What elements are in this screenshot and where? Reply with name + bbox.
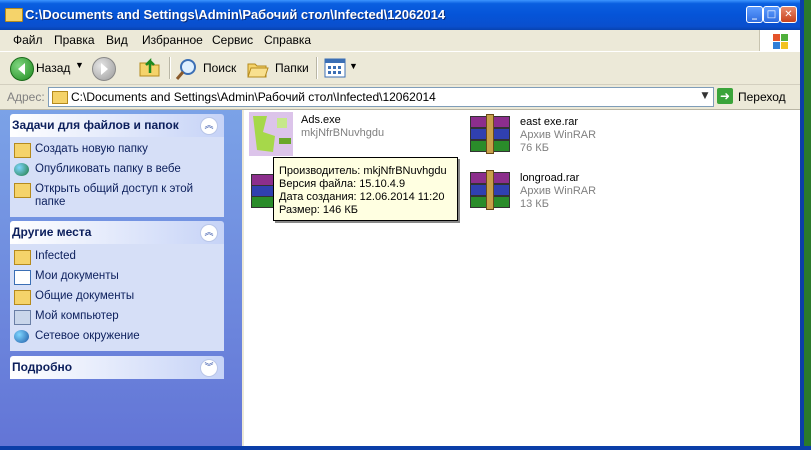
address-dropdown-icon[interactable]: ▼: [698, 89, 712, 103]
menu-favorites[interactable]: Избранное: [142, 33, 203, 47]
go-label: Переход: [738, 90, 786, 104]
collapse-icon[interactable]: ︽: [200, 117, 218, 135]
windows-logo-icon: [759, 30, 800, 51]
search-icon: [175, 59, 196, 80]
file-tasks-title: Задачи для файлов и папок: [12, 118, 179, 132]
back-arrow-icon: [10, 57, 34, 81]
menu-help[interactable]: Справка: [264, 33, 311, 47]
file-item[interactable]: longroad.rar Архив WinRAR 13 КБ: [468, 170, 628, 214]
my-documents-icon: [14, 270, 31, 285]
file-name: east exe.rar: [520, 116, 579, 128]
go-arrow-icon: ➜: [717, 88, 733, 104]
folder-icon: [52, 91, 68, 104]
file-tasks-header[interactable]: Задачи для файлов и папок ︽: [10, 114, 224, 137]
tooltip-version: Версия файла: 15.10.4.9: [279, 178, 406, 190]
globe-icon: [14, 163, 29, 176]
menu-edit[interactable]: Правка: [54, 33, 95, 47]
explorer-window: C:\Documents and Settings\Admin\Рабочий …: [0, 0, 800, 446]
collapse-icon[interactable]: ︽: [200, 224, 218, 242]
file-item[interactable]: east exe.rar Архив WinRAR 76 КБ: [468, 114, 628, 158]
back-button[interactable]: Назад ▼: [8, 55, 86, 81]
up-folder-button[interactable]: [138, 55, 164, 81]
address-field[interactable]: C:\Documents and Settings\Admin\Рабочий …: [48, 87, 714, 107]
other-places-body: Infected Мои документы Общие документы М…: [10, 244, 224, 351]
close-button[interactable]: ✕: [780, 6, 797, 23]
menu-tools[interactable]: Сервис: [212, 33, 253, 47]
folders-label: Папки: [275, 61, 309, 75]
maximize-button[interactable]: □: [763, 6, 780, 23]
other-places-title: Другие места: [12, 225, 92, 239]
folder-icon: [14, 250, 31, 265]
file-name: longroad.rar: [520, 172, 580, 184]
folders-icon: [247, 63, 269, 78]
views-icon: [324, 58, 346, 78]
folders-button[interactable]: Папки: [246, 55, 310, 81]
file-tasks-body: Создать новую папку Опубликовать папку в…: [10, 137, 224, 217]
menu-file[interactable]: Файл: [13, 33, 43, 47]
file-size: 13 КБ: [520, 198, 549, 210]
toolbar: Назад ▼ Поиск Папки ▼: [0, 52, 800, 85]
up-folder-icon: [139, 57, 160, 77]
title-bar[interactable]: C:\Documents and Settings\Admin\Рабочий …: [0, 0, 800, 30]
task-pane: Задачи для файлов и папок ︽ Создать нову…: [0, 110, 242, 446]
file-info-tooltip: Производитель: mkjNfrBNuvhgdu Версия фай…: [273, 157, 458, 221]
winrar-archive-icon: [468, 114, 512, 158]
file-type: Архив WinRAR: [520, 185, 597, 197]
forward-button[interactable]: [90, 55, 126, 81]
other-places-header[interactable]: Другие места ︽: [10, 221, 224, 244]
folder-icon: [5, 8, 23, 22]
desktop-background: [804, 0, 811, 450]
search-label: Поиск: [203, 61, 237, 75]
my-computer-icon: [14, 310, 31, 325]
shared-documents-icon: [14, 290, 31, 305]
file-item[interactable]: Ads.exe mkjNfrBNuvhgdu: [249, 112, 409, 160]
winrar-archive-icon: [468, 170, 512, 214]
window-title: C:\Documents and Settings\Admin\Рабочий …: [25, 7, 446, 22]
tooltip-size: Размер: 146 КБ: [279, 204, 358, 216]
menu-view[interactable]: Вид: [106, 33, 128, 47]
back-label: Назад: [36, 61, 71, 75]
address-label: Адрес:: [7, 90, 45, 104]
details-header[interactable]: Подробно ︾: [10, 356, 224, 379]
tooltip-created: Дата создания: 12.06.2014 11:20: [279, 191, 445, 203]
expand-icon[interactable]: ︾: [200, 359, 218, 377]
views-button[interactable]: ▼: [322, 55, 358, 81]
file-type: Архив WinRAR: [520, 129, 597, 141]
minimize-button[interactable]: _: [746, 6, 763, 23]
address-bar: Адрес: C:\Documents and Settings\Admin\Р…: [0, 85, 800, 110]
search-button[interactable]: Поиск: [175, 55, 239, 81]
network-icon: [14, 330, 29, 343]
new-folder-icon: [14, 143, 31, 158]
tooltip-vendor: Производитель: mkjNfrBNuvhgdu: [279, 165, 447, 177]
share-folder-icon: [14, 183, 31, 198]
file-name: Ads.exe: [301, 114, 341, 126]
window-border: [0, 446, 811, 450]
address-value[interactable]: C:\Documents and Settings\Admin\Рабочий …: [71, 90, 436, 104]
views-dropdown-icon: ▼: [349, 61, 358, 71]
details-title: Подробно: [12, 360, 73, 374]
forward-arrow-icon: [92, 57, 116, 81]
file-company: mkjNfrBNuvhgdu: [301, 127, 385, 139]
menu-bar: Файл Правка Вид Избранное Сервис Справка: [0, 30, 800, 52]
back-dropdown-icon[interactable]: ▼: [75, 60, 84, 70]
file-size: 76 КБ: [520, 142, 549, 154]
exe-icon: [249, 112, 293, 156]
